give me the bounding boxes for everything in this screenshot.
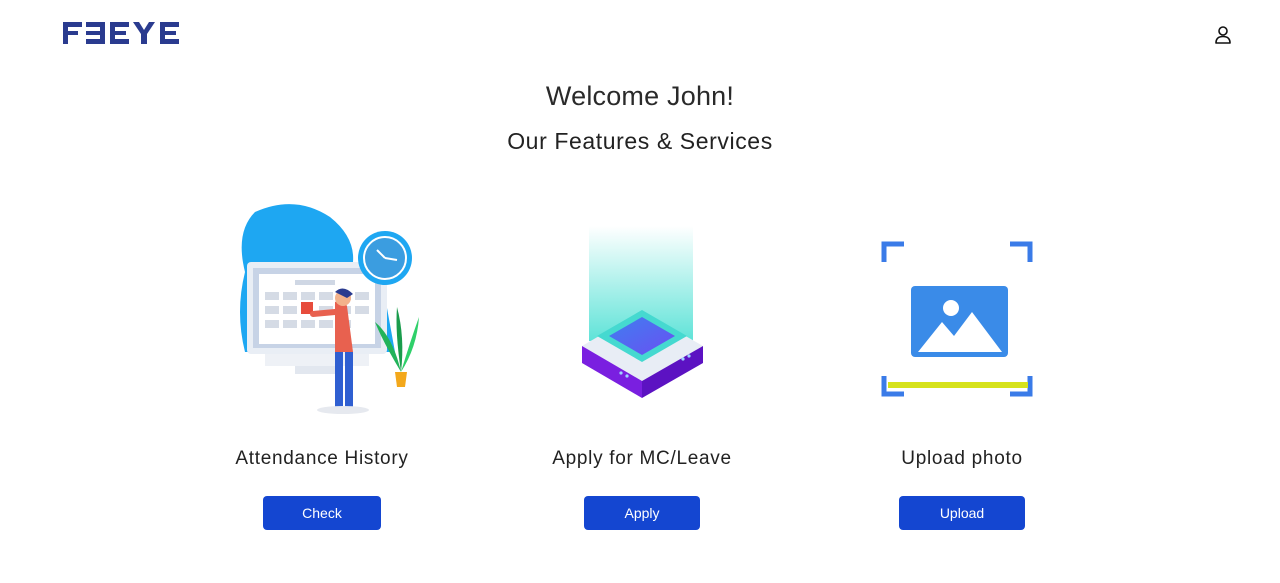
user-icon[interactable] [1212,24,1234,46]
leave-illustration [582,226,703,398]
upload-button[interactable]: Upload [899,496,1025,530]
feature-title-leave: Apply for MC/Leave [552,448,732,469]
feature-title-upload: Upload photo [901,448,1023,469]
photo-upload-illustration [881,241,1033,397]
attendance-illustration [240,204,419,414]
features-subtitle: Our Features & Services [507,128,773,154]
check-button[interactable]: Check [263,496,381,530]
welcome-heading: Welcome John! [545,81,735,111]
apply-button[interactable]: Apply [584,496,700,530]
feature-title-attendance: Attendance History [235,448,409,469]
fbeye-logo [63,22,179,44]
